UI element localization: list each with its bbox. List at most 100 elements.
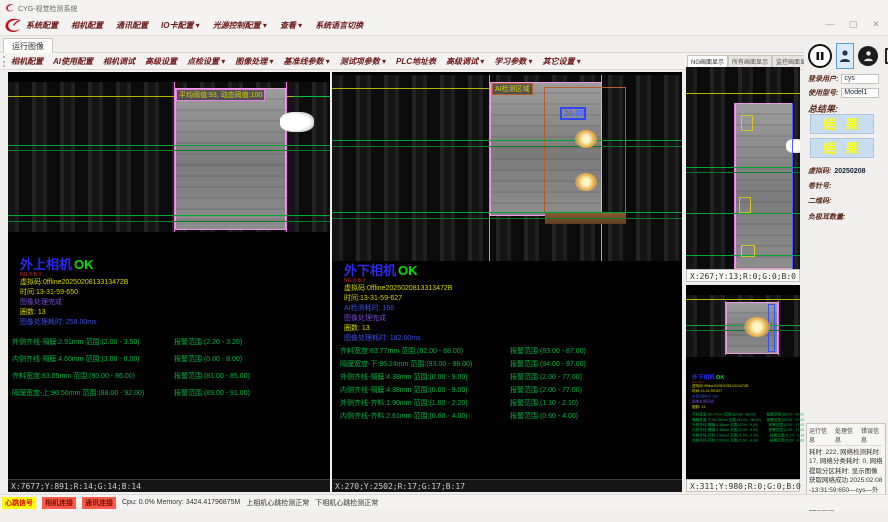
tool-camera-config[interactable]: 相机配置 — [11, 56, 43, 67]
ai-cost-line: AI检测耗时: 166 — [344, 304, 674, 314]
camera-image-upper[interactable]: 平均阈值:93, 动态阈值:100 — [8, 82, 330, 232]
user-dark-button[interactable] — [858, 46, 878, 66]
tool-baseline-params[interactable]: 基准线参数 ▾ — [284, 56, 330, 67]
menu-light-config[interactable]: 光源控制配置 ▾ — [213, 20, 267, 31]
camera-image-lower[interactable]: AI检测区域 20.80 — [332, 75, 682, 261]
cursor-coords-small-top: X:267;Y:13;R:0;G:0;B:0 — [686, 269, 800, 282]
measure-value-box: 20.80 — [560, 107, 586, 120]
logout-button[interactable] — [882, 45, 888, 67]
measure-row: 隔膜宽度-下:95.24mm 范围:(93.00 - 98.00)报警范围:(9… — [340, 359, 678, 369]
tool-advanced-debug[interactable]: 高级调试 ▾ — [446, 56, 484, 67]
small-image-bottom[interactable] — [686, 295, 800, 357]
tool-learn-params[interactable]: 学习参数 ▾ — [494, 56, 532, 67]
app-window: CYG-视觉检测系统 系统配置 相机配置 通讯配置 IO卡配置 ▾ 光源控制配置… — [0, 0, 888, 522]
camera-lower-title: 外下相机 — [344, 263, 396, 278]
time-line: 时间:13-31-59-650 — [20, 288, 320, 298]
pin-number-label: 卷针号: — [808, 181, 831, 191]
result-box-upper: 结 果 — [810, 114, 874, 134]
right-panel: 登录用户: cys 使用型号: Model1 总结果: 结 果 结 果 虚拟码:… — [804, 38, 888, 506]
model-label: 使用型号: — [808, 88, 838, 98]
tool-camera-debug[interactable]: 相机调试 — [103, 56, 135, 67]
user-active-button[interactable] — [836, 43, 854, 69]
model-value[interactable]: Model1 — [841, 88, 879, 98]
tab-all-display[interactable]: 所有画面显示 — [728, 55, 772, 67]
tab-strip: 运行图像 — [0, 36, 888, 53]
tool-plc-table[interactable]: PLC地址表 — [396, 56, 436, 67]
tool-test-params[interactable]: 测试项参数 ▾ — [340, 56, 386, 67]
menu-comm-config[interactable]: 通讯配置 — [116, 20, 148, 31]
app-icon — [5, 3, 15, 13]
info-tab-error[interactable]: 错误信息 — [861, 426, 883, 444]
virtual-code-line: 虚拟码:0ffline2025020813313472B — [344, 284, 674, 294]
logo-icon — [4, 17, 21, 34]
process-done-line: 图像处理完成 — [344, 314, 674, 324]
user-icon — [863, 50, 874, 62]
camera-upper-status: OK — [74, 257, 94, 272]
camera-lower-measurements: 齐料宽度:83.77mm 范围:(82.00 - 88.00)报警范围:(83.… — [340, 346, 678, 421]
tab-run-image[interactable]: 运行图像 — [3, 38, 53, 53]
logout-icon — [883, 47, 888, 65]
menu-bar: 系统配置 相机配置 通讯配置 IO卡配置 ▾ 光源控制配置 ▾ 查看 ▾ 系统语… — [0, 16, 888, 36]
camera-view-lower[interactable]: AI检测区域 20.80 外下相机OK NG:X:B:Y 虚拟码:0ffline… — [332, 72, 682, 492]
cursor-coords-small-bottom: X:311;Y:980;R:0;G:0;B:0 — [686, 479, 800, 492]
close-icon[interactable]: ✕ — [870, 19, 882, 30]
menu-camera-config[interactable]: 相机配置 — [71, 20, 103, 31]
menu-system-config[interactable]: 系统配置 — [26, 20, 58, 31]
maximize-icon[interactable]: ▢ — [847, 19, 859, 30]
annotation-box — [741, 245, 755, 257]
measure-row: 齐料宽度:83.77mm 范围:(82.00 - 88.00)报警范围:(83.… — [340, 346, 678, 356]
result-box-lower: 结 果 — [810, 138, 874, 158]
camera-connect-badge: 相机连接 — [42, 497, 76, 509]
menu-io-config[interactable]: IO卡配置 ▾ — [161, 20, 200, 31]
camera-upper-result-text: 外上相机OK NG:X:B:Y 虚拟码:0ffline2025020813313… — [20, 254, 320, 328]
status-bar: 心跳信号 相机连接 通讯连接 Cpu: 0.0% Memory: 3424.41… — [0, 494, 888, 510]
login-user-value[interactable]: cys — [841, 74, 879, 84]
info-tabs: 运行信息 处理信息 错误信息 — [809, 426, 883, 446]
gripper-blob — [280, 112, 314, 132]
turns-line: 圈数: 13 — [344, 324, 674, 334]
info-tab-run[interactable]: 运行信息 — [809, 426, 831, 444]
tool-image-process[interactable]: 图像处理 ▾ — [235, 56, 273, 67]
lower-camera-heartbeat-text: 下相机心跳检测正常 — [315, 498, 378, 508]
measure-row: 内侧齐线-隔膜:4.38mm 范围:(0.00 - 9.00)报警范围:(2.0… — [340, 385, 678, 395]
toolbar-grip-icon — [3, 56, 6, 67]
small-view-top: NG画面显示 所有画面显示 监控画面显示 X:267;Y:13;R:0;G:0;… — [686, 55, 800, 282]
small-image-top[interactable] — [686, 67, 800, 269]
pause-button[interactable] — [808, 44, 832, 68]
tool-other-settings[interactable]: 其它设置 ▾ — [543, 56, 581, 67]
minimize-icon[interactable]: — — [824, 19, 836, 30]
window-controls: — ▢ ✕ — [824, 19, 882, 30]
tab-glow — [744, 317, 770, 337]
turns-line: 圈数: 13 — [20, 308, 320, 318]
virtual-code-line: 虚拟码:0ffline2025020813313472B — [20, 278, 320, 288]
annotation-box — [741, 115, 753, 131]
measure-row: 隔膜宽度-上:90.56mm 范围:(88.00 - 92.00)报警范围:(8… — [12, 388, 326, 398]
tab-ng-display[interactable]: NG画面显示 — [687, 55, 728, 67]
cell-region-upper — [175, 88, 286, 230]
annotation-box — [739, 197, 751, 213]
time-line: 时间:13-31-59-627 — [344, 294, 674, 304]
measure-row: 外侧齐线-隔膜:2.91mm 范围:(2.00 - 3.50)报警范围:(2.2… — [12, 337, 326, 347]
process-cost-line: 图像处理耗时: 182.00ms — [344, 334, 674, 344]
camera-upper-title: 外上相机 — [20, 257, 72, 272]
info-tab-process[interactable]: 处理信息 — [835, 426, 857, 444]
heartbeat-badge: 心跳信号 — [2, 497, 36, 509]
menu-language[interactable]: 系统语言切换 — [315, 20, 363, 31]
threshold-overlay-label: 平均阈值:93, 动态阈值:100 — [176, 89, 265, 101]
info-box: 运行信息 处理信息 错误信息 耗时: 222, 网络检测耗时: 17, 网络分类… — [806, 423, 886, 501]
tool-spotcheck[interactable]: 点检设置 ▾ — [187, 56, 225, 67]
toolbar-items: 相机配置 AI使用配置 相机调试 高级设置 点检设置 ▾ 图像处理 ▾ 基准线参… — [11, 56, 581, 67]
comm-connect-badge: 通讯连接 — [82, 497, 116, 509]
small-bottom-result-text: 外下相机OK NG:X:B:Y 虚拟码:0ffline2025020813313… — [692, 373, 806, 443]
virtual-code-label: 虚拟码: — [808, 166, 831, 176]
menu-view[interactable]: 查看 ▾ — [280, 20, 302, 31]
qr-code-label: 二维码: — [808, 196, 831, 206]
camera-view-upper[interactable]: 平均阈值:93, 动态阈值:100 外上相机OK NG:X:B:Y 虚拟码:0f… — [8, 72, 330, 492]
process-cost-line: 图像处理耗时: 258.00ms — [20, 318, 320, 328]
title-bar: CYG-视觉检测系统 — [0, 0, 888, 16]
gripper-blob — [786, 139, 800, 153]
tool-advanced-settings[interactable]: 高级设置 — [145, 56, 177, 67]
tool-ai-config[interactable]: AI使用配置 — [53, 56, 93, 67]
measure-row: 内侧齐线-隔膜:4.60mm 范围:(3.00 - 6.00)报警范围:(0.0… — [12, 354, 326, 364]
tab-glow — [575, 173, 597, 191]
